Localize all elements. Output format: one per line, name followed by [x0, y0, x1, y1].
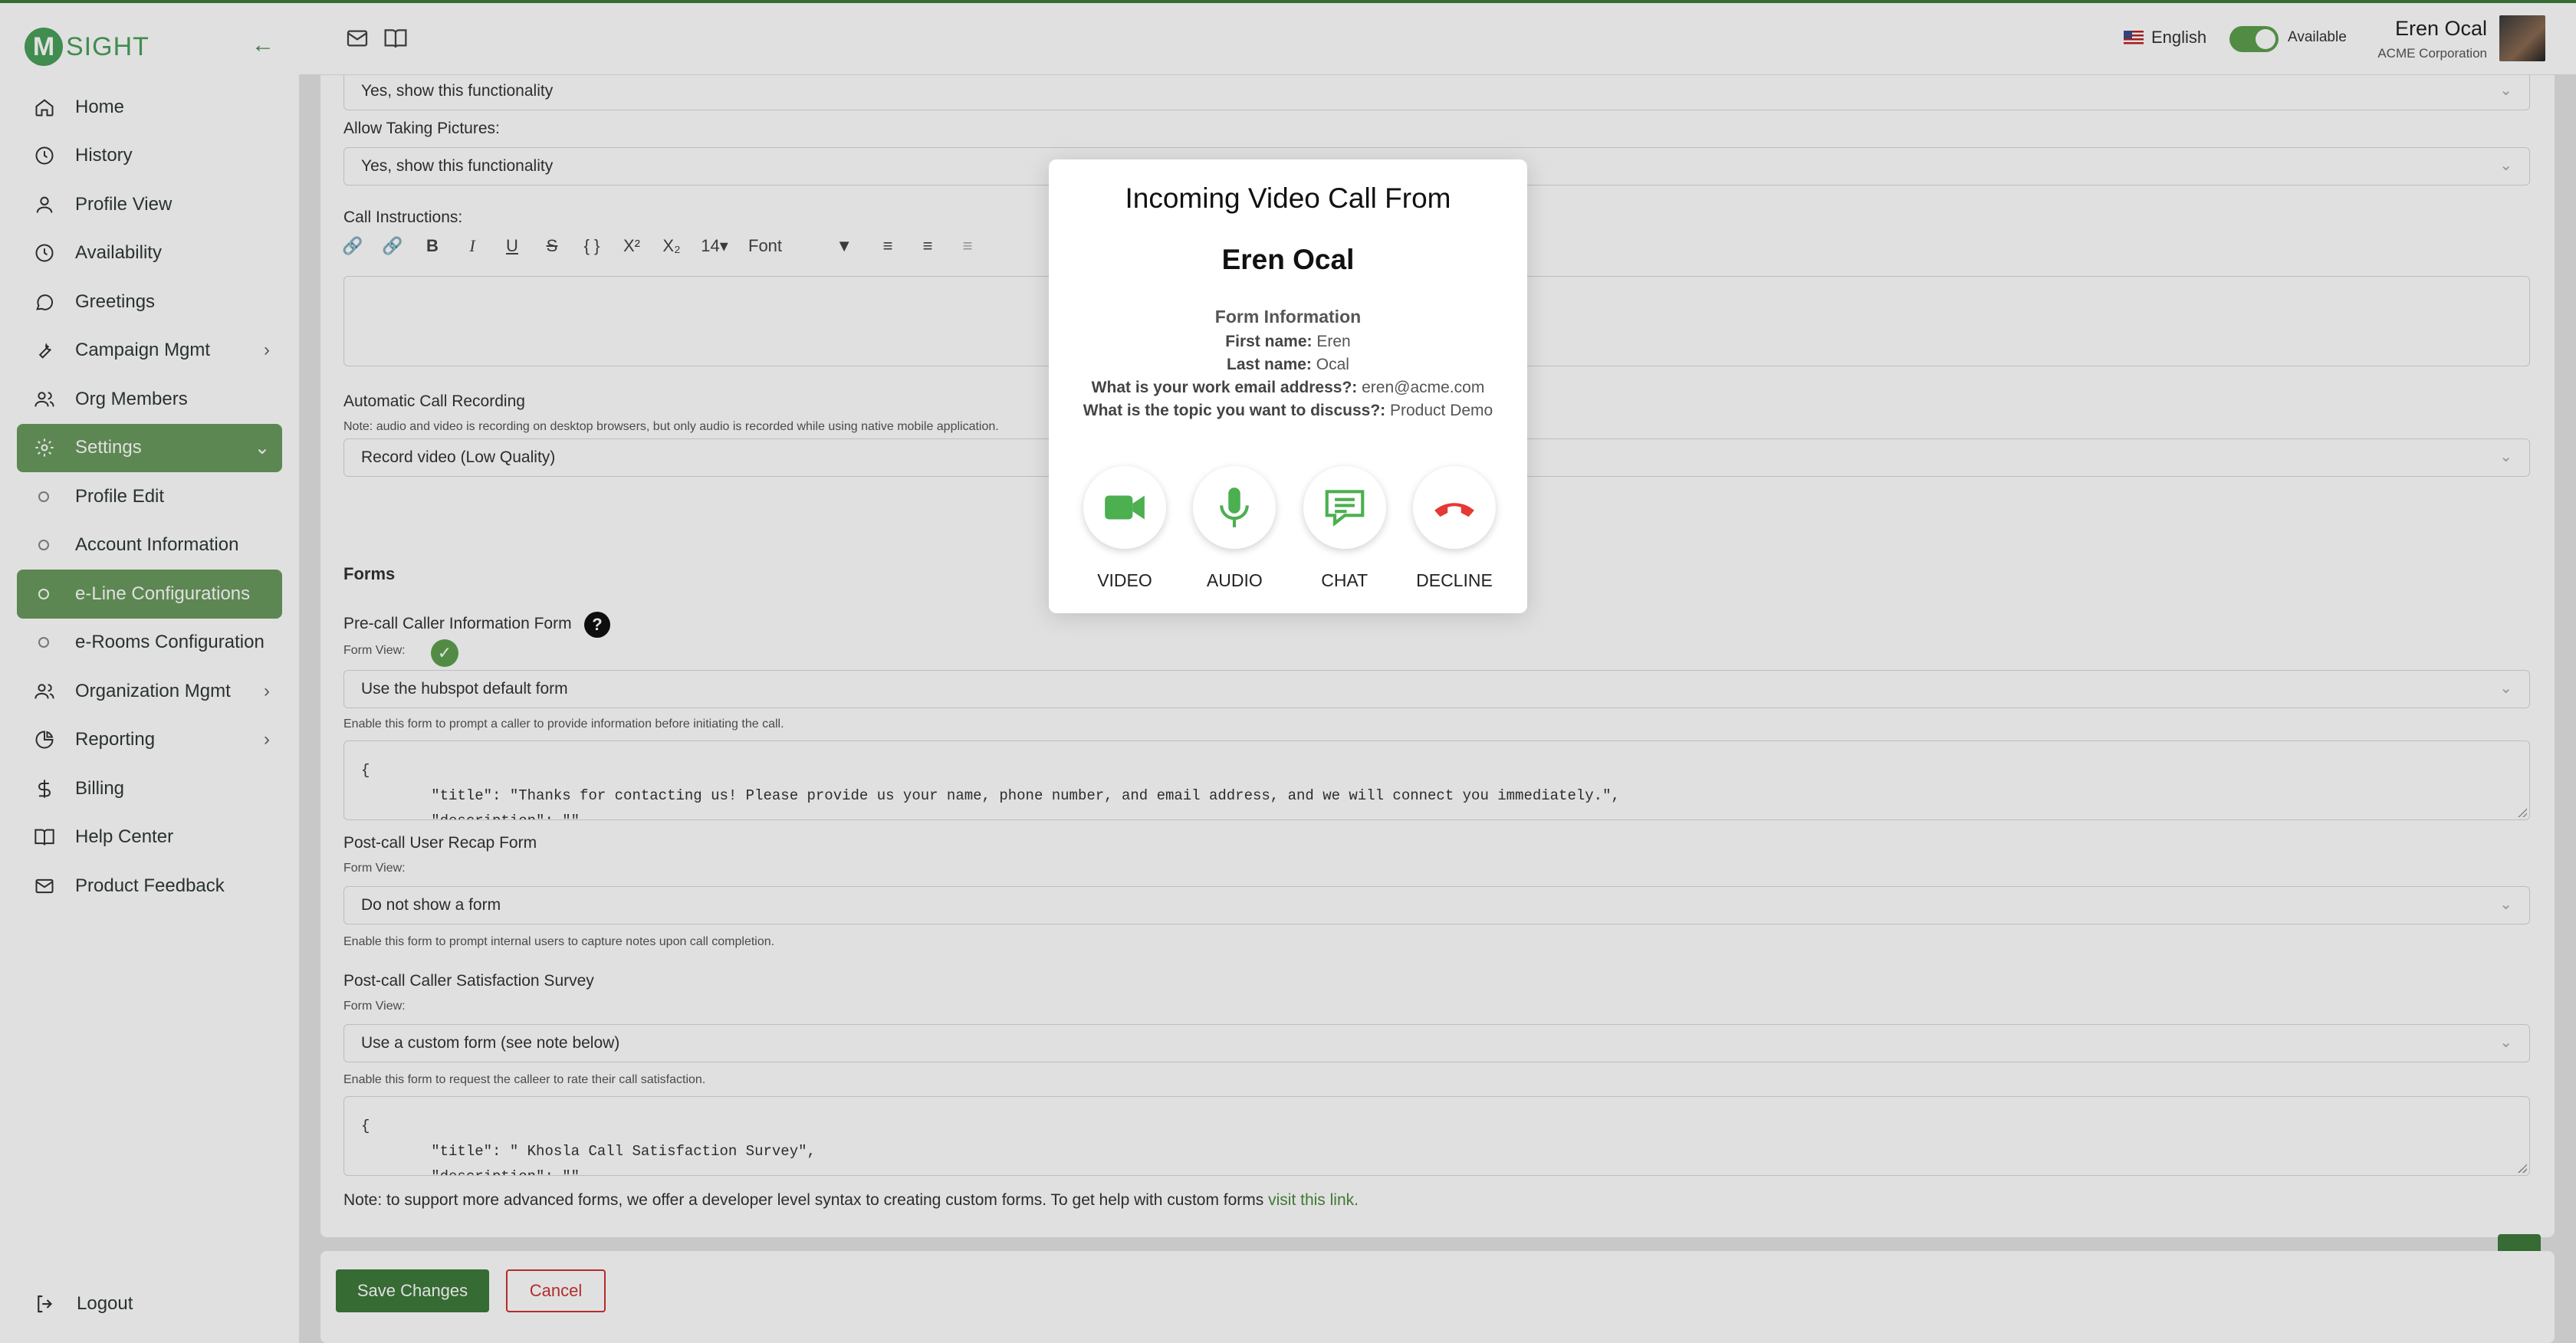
- audio-label: AUDIO: [1206, 570, 1263, 590]
- decline-label: DECLINE: [1416, 570, 1493, 590]
- caller-name: Eren Ocal: [1221, 244, 1355, 275]
- form-field-row: First name: Eren: [1049, 333, 1527, 351]
- form-field-row: Last name: Ocal: [1049, 356, 1527, 374]
- call-actions: VIDEO AUDIO CHAT DECLINE: [1083, 466, 1497, 591]
- video-camera-icon: [1083, 466, 1166, 549]
- microphone-icon: [1193, 466, 1276, 549]
- incoming-call-modal: Incoming Video Call From Eren Ocal Form …: [1049, 159, 1527, 613]
- form-field-row: What is your work email address?: eren@a…: [1049, 379, 1527, 397]
- accept-video-button[interactable]: VIDEO: [1083, 466, 1167, 591]
- accept-audio-button[interactable]: AUDIO: [1192, 466, 1276, 591]
- field-value: Ocal: [1316, 356, 1349, 373]
- field-key: What is your work email address?:: [1091, 379, 1358, 396]
- field-key: Last name:: [1227, 356, 1312, 373]
- field-key: What is the topic you want to discuss?:: [1083, 402, 1386, 419]
- chat-label: CHAT: [1321, 570, 1368, 590]
- field-value: Eren: [1316, 333, 1351, 350]
- field-value: eren@acme.com: [1362, 379, 1485, 396]
- modal-title: Incoming Video Call From: [1125, 182, 1451, 214]
- accept-chat-button[interactable]: CHAT: [1303, 466, 1387, 591]
- hang-up-phone-icon: [1412, 466, 1496, 549]
- form-info-header: Form Information: [1214, 307, 1362, 327]
- field-value: Product Demo: [1389, 402, 1493, 419]
- decline-call-button[interactable]: DECLINE: [1412, 466, 1497, 591]
- chat-message-icon: [1303, 466, 1386, 549]
- field-key: First name:: [1225, 333, 1313, 350]
- video-label: VIDEO: [1097, 570, 1152, 590]
- form-field-row: What is the topic you want to discuss?: …: [1049, 402, 1527, 420]
